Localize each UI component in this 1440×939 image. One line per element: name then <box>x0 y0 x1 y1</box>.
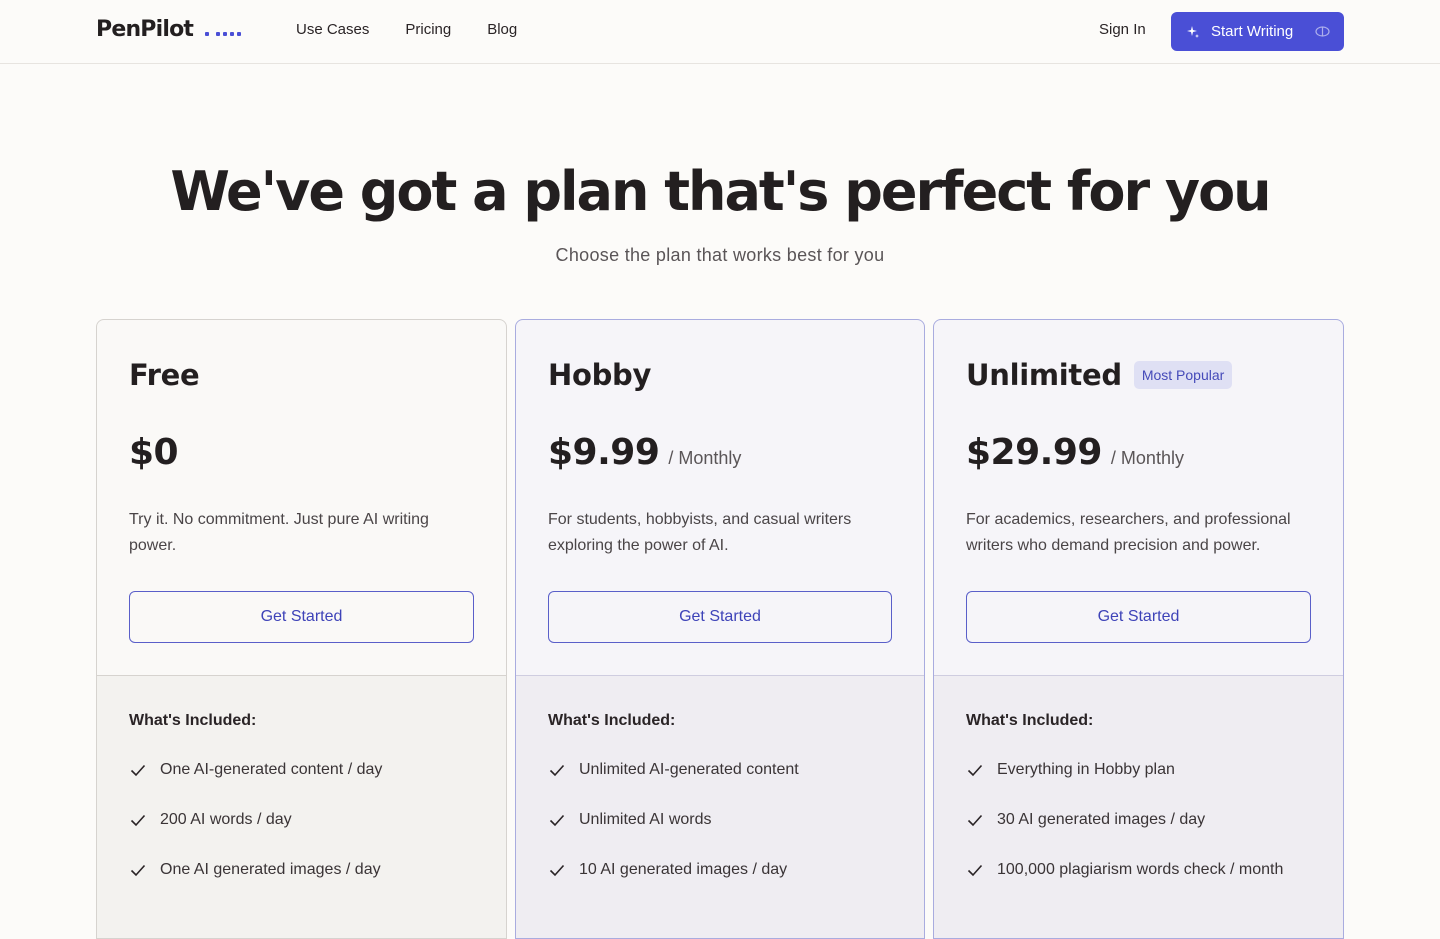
feature-item: 30 AI generated images / day <box>966 811 1205 829</box>
feature-item: Unlimited AI-generated content <box>548 761 799 779</box>
check-icon <box>130 814 146 827</box>
page-title: We've got a plan that's perfect for you <box>170 160 1271 223</box>
check-icon <box>549 814 565 827</box>
feature-item: One AI-generated content / day <box>129 761 382 779</box>
feature-text: One AI-generated content / day <box>160 761 383 778</box>
sign-in-link[interactable]: Sign In <box>1099 21 1146 38</box>
nav-link-blog[interactable]: Blog <box>487 21 517 38</box>
plan-card-hobby: Hobby $9.99 / Monthly For students, hobb… <box>515 319 925 939</box>
plan-card-unlimited: Unlimited Most Popular $29.99 / Monthly … <box>933 319 1344 939</box>
feature-item: 200 AI words / day <box>129 811 292 829</box>
check-icon <box>130 764 146 777</box>
plan-price: $29.99 <box>966 432 1102 473</box>
check-icon <box>967 814 983 827</box>
logo[interactable]: PenPilot <box>96 17 242 42</box>
price-row: $0 <box>129 432 179 473</box>
feature-item: One AI generated images / day <box>129 861 381 879</box>
sparkle-icon <box>1187 25 1199 38</box>
nav-link-pricing[interactable]: Pricing <box>405 21 451 38</box>
feature-item: Everything in Hobby plan <box>966 761 1175 779</box>
included-title: What's Included: <box>966 712 1094 729</box>
plan-period: / Monthly <box>1110 448 1184 468</box>
most-popular-badge: Most Popular <box>1133 361 1233 389</box>
check-icon <box>549 764 565 777</box>
price-row: $29.99 / Monthly <box>966 432 1184 473</box>
plan-description: Try it. No commitment. Just pure AI writ… <box>129 511 429 554</box>
included-title: What's Included: <box>129 712 257 729</box>
feature-item: Unlimited AI words <box>548 811 712 829</box>
check-icon <box>130 864 146 877</box>
included-section: What's Included: Unlimited AI-generated … <box>516 675 924 938</box>
check-icon <box>967 864 983 877</box>
get-started-button[interactable]: Get Started <box>129 591 474 643</box>
plan-name: Hobby <box>548 358 652 392</box>
page-subtitle: Choose the plan that works best for you <box>555 245 885 265</box>
price-row: $9.99 / Monthly <box>548 432 741 473</box>
included-section: What's Included: One AI-generated conten… <box>97 675 506 938</box>
start-writing-label: Start Writing <box>1211 23 1294 40</box>
feature-text: 200 AI words / day <box>160 811 292 828</box>
logo-dots-icon <box>205 31 242 36</box>
nav-links: Use Cases Pricing Blog <box>296 21 517 38</box>
feature-text: Unlimited AI-generated content <box>579 761 799 778</box>
plan-period: / Monthly <box>668 448 742 468</box>
logo-text: PenPilot <box>96 17 194 42</box>
included-title: What's Included: <box>548 712 676 729</box>
get-started-button[interactable]: Get Started <box>966 591 1311 643</box>
plan-price: $9.99 <box>548 432 660 473</box>
get-started-button[interactable]: Get Started <box>548 591 892 643</box>
plan-card-free: Free $0 Try it. No commitment. Just pure… <box>96 319 507 939</box>
plan-name: Free <box>129 358 200 392</box>
plan-header: Free <box>129 358 200 392</box>
plan-header: Unlimited Most Popular <box>966 358 1233 392</box>
start-writing-button[interactable]: Start Writing <box>1171 12 1344 51</box>
plan-description: For students, hobbyists, and casual writ… <box>548 511 852 554</box>
feature-text: One AI generated images / day <box>160 861 381 878</box>
cloud-icon <box>1315 26 1330 37</box>
feature-text: Everything in Hobby plan <box>997 761 1175 778</box>
feature-text: Unlimited AI words <box>579 811 712 828</box>
feature-text: 100,000 plagiarism words check / month <box>997 861 1284 878</box>
feature-item: 10 AI generated images / day <box>548 861 787 879</box>
nav-link-use-cases[interactable]: Use Cases <box>296 21 369 38</box>
plan-header: Hobby <box>548 358 651 392</box>
check-icon <box>967 764 983 777</box>
feature-text: 30 AI generated images / day <box>997 811 1206 828</box>
plan-name: Unlimited <box>966 358 1122 392</box>
plan-price: $0 <box>129 432 179 473</box>
plan-description: For academics, researchers, and professi… <box>966 511 1291 554</box>
top-nav: PenPilot Use Cases Pricing Blog Sign In … <box>0 0 1440 64</box>
feature-item: 100,000 plagiarism words check / month <box>966 861 1283 879</box>
check-icon <box>549 864 565 877</box>
included-section: What's Included: Everything in Hobby pla… <box>934 675 1343 938</box>
feature-text: 10 AI generated images / day <box>579 861 788 878</box>
